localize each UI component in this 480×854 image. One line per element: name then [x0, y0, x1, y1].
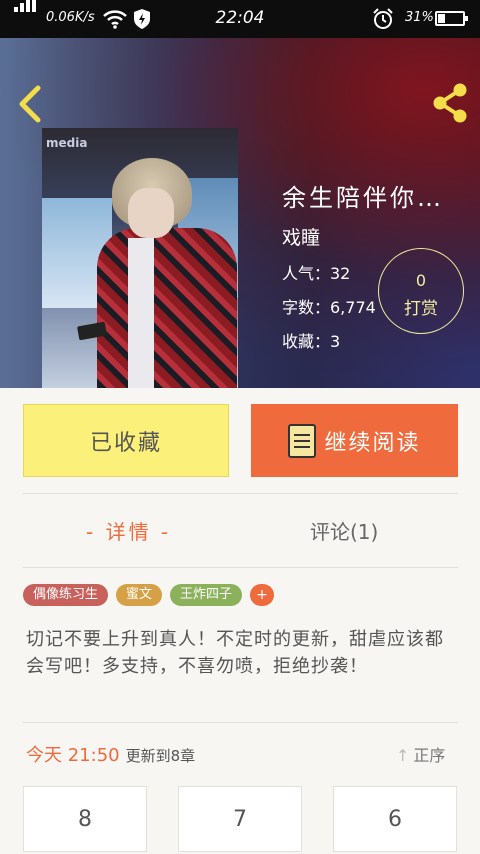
favorited-button[interactable]: 已收藏	[23, 404, 229, 477]
favorited-label: 已收藏	[89, 430, 162, 456]
sort-order-label: 正序	[413, 746, 446, 765]
status-bar: 0.06K/s 22:04 31%	[0, 0, 480, 38]
book-description: 切记不要上升到真人！不定时的更新，甜虐应该都会写吧！多支持，不喜勿喷，拒绝抄袭！	[26, 629, 444, 677]
update-info: 今天 21:50 更新到8章	[26, 741, 195, 767]
divider	[23, 567, 458, 568]
book-author[interactable]: 戏瞳	[282, 223, 462, 250]
tag-item[interactable]: 蜜文	[116, 584, 163, 606]
back-button[interactable]	[14, 84, 50, 124]
tab-comments[interactable]: 评论(1)	[310, 516, 378, 545]
tag-item[interactable]: 王炸四子	[170, 584, 243, 606]
chapter-card[interactable]: 6	[333, 786, 457, 852]
tag-item[interactable]: 偶像练习生	[23, 584, 109, 606]
sort-order-button[interactable]: ↑ 正序	[396, 742, 445, 766]
chapter-list: 8 7 6	[23, 786, 457, 852]
book-cover-image: media	[42, 128, 238, 388]
battery-icon	[435, 11, 468, 26]
battery-percent: 31%	[405, 10, 434, 25]
continue-reading-button[interactable]: 继续阅读	[251, 404, 458, 477]
book-hero: media 余生陪伴你… 戏瞳 人气：32 字数：6,774 收藏：3 0 打赏	[0, 38, 480, 388]
update-time: 今天 21:50	[26, 745, 120, 766]
divider	[23, 493, 458, 494]
share-icon[interactable]	[430, 82, 470, 124]
reward-count: 0	[415, 271, 427, 290]
arrow-up-icon: ↑	[396, 746, 410, 765]
reward-button[interactable]: 0 打赏	[378, 248, 464, 334]
tag-list: 偶像练习生 蜜文 王炸四子 +	[23, 584, 275, 606]
divider	[23, 722, 458, 723]
alarm-icon	[373, 8, 393, 29]
chapter-card[interactable]: 7	[178, 786, 302, 852]
book-title: 余生陪伴你…	[282, 184, 444, 212]
chapter-card[interactable]: 8	[23, 786, 147, 852]
continue-reading-label: 继续阅读	[324, 430, 421, 456]
add-tag-button[interactable]: +	[250, 584, 275, 606]
book-icon	[288, 423, 317, 458]
update-text: 更新到8章	[125, 747, 196, 765]
reward-label: 打赏	[404, 299, 438, 319]
tab-details[interactable]: - 详情 -	[86, 516, 171, 545]
